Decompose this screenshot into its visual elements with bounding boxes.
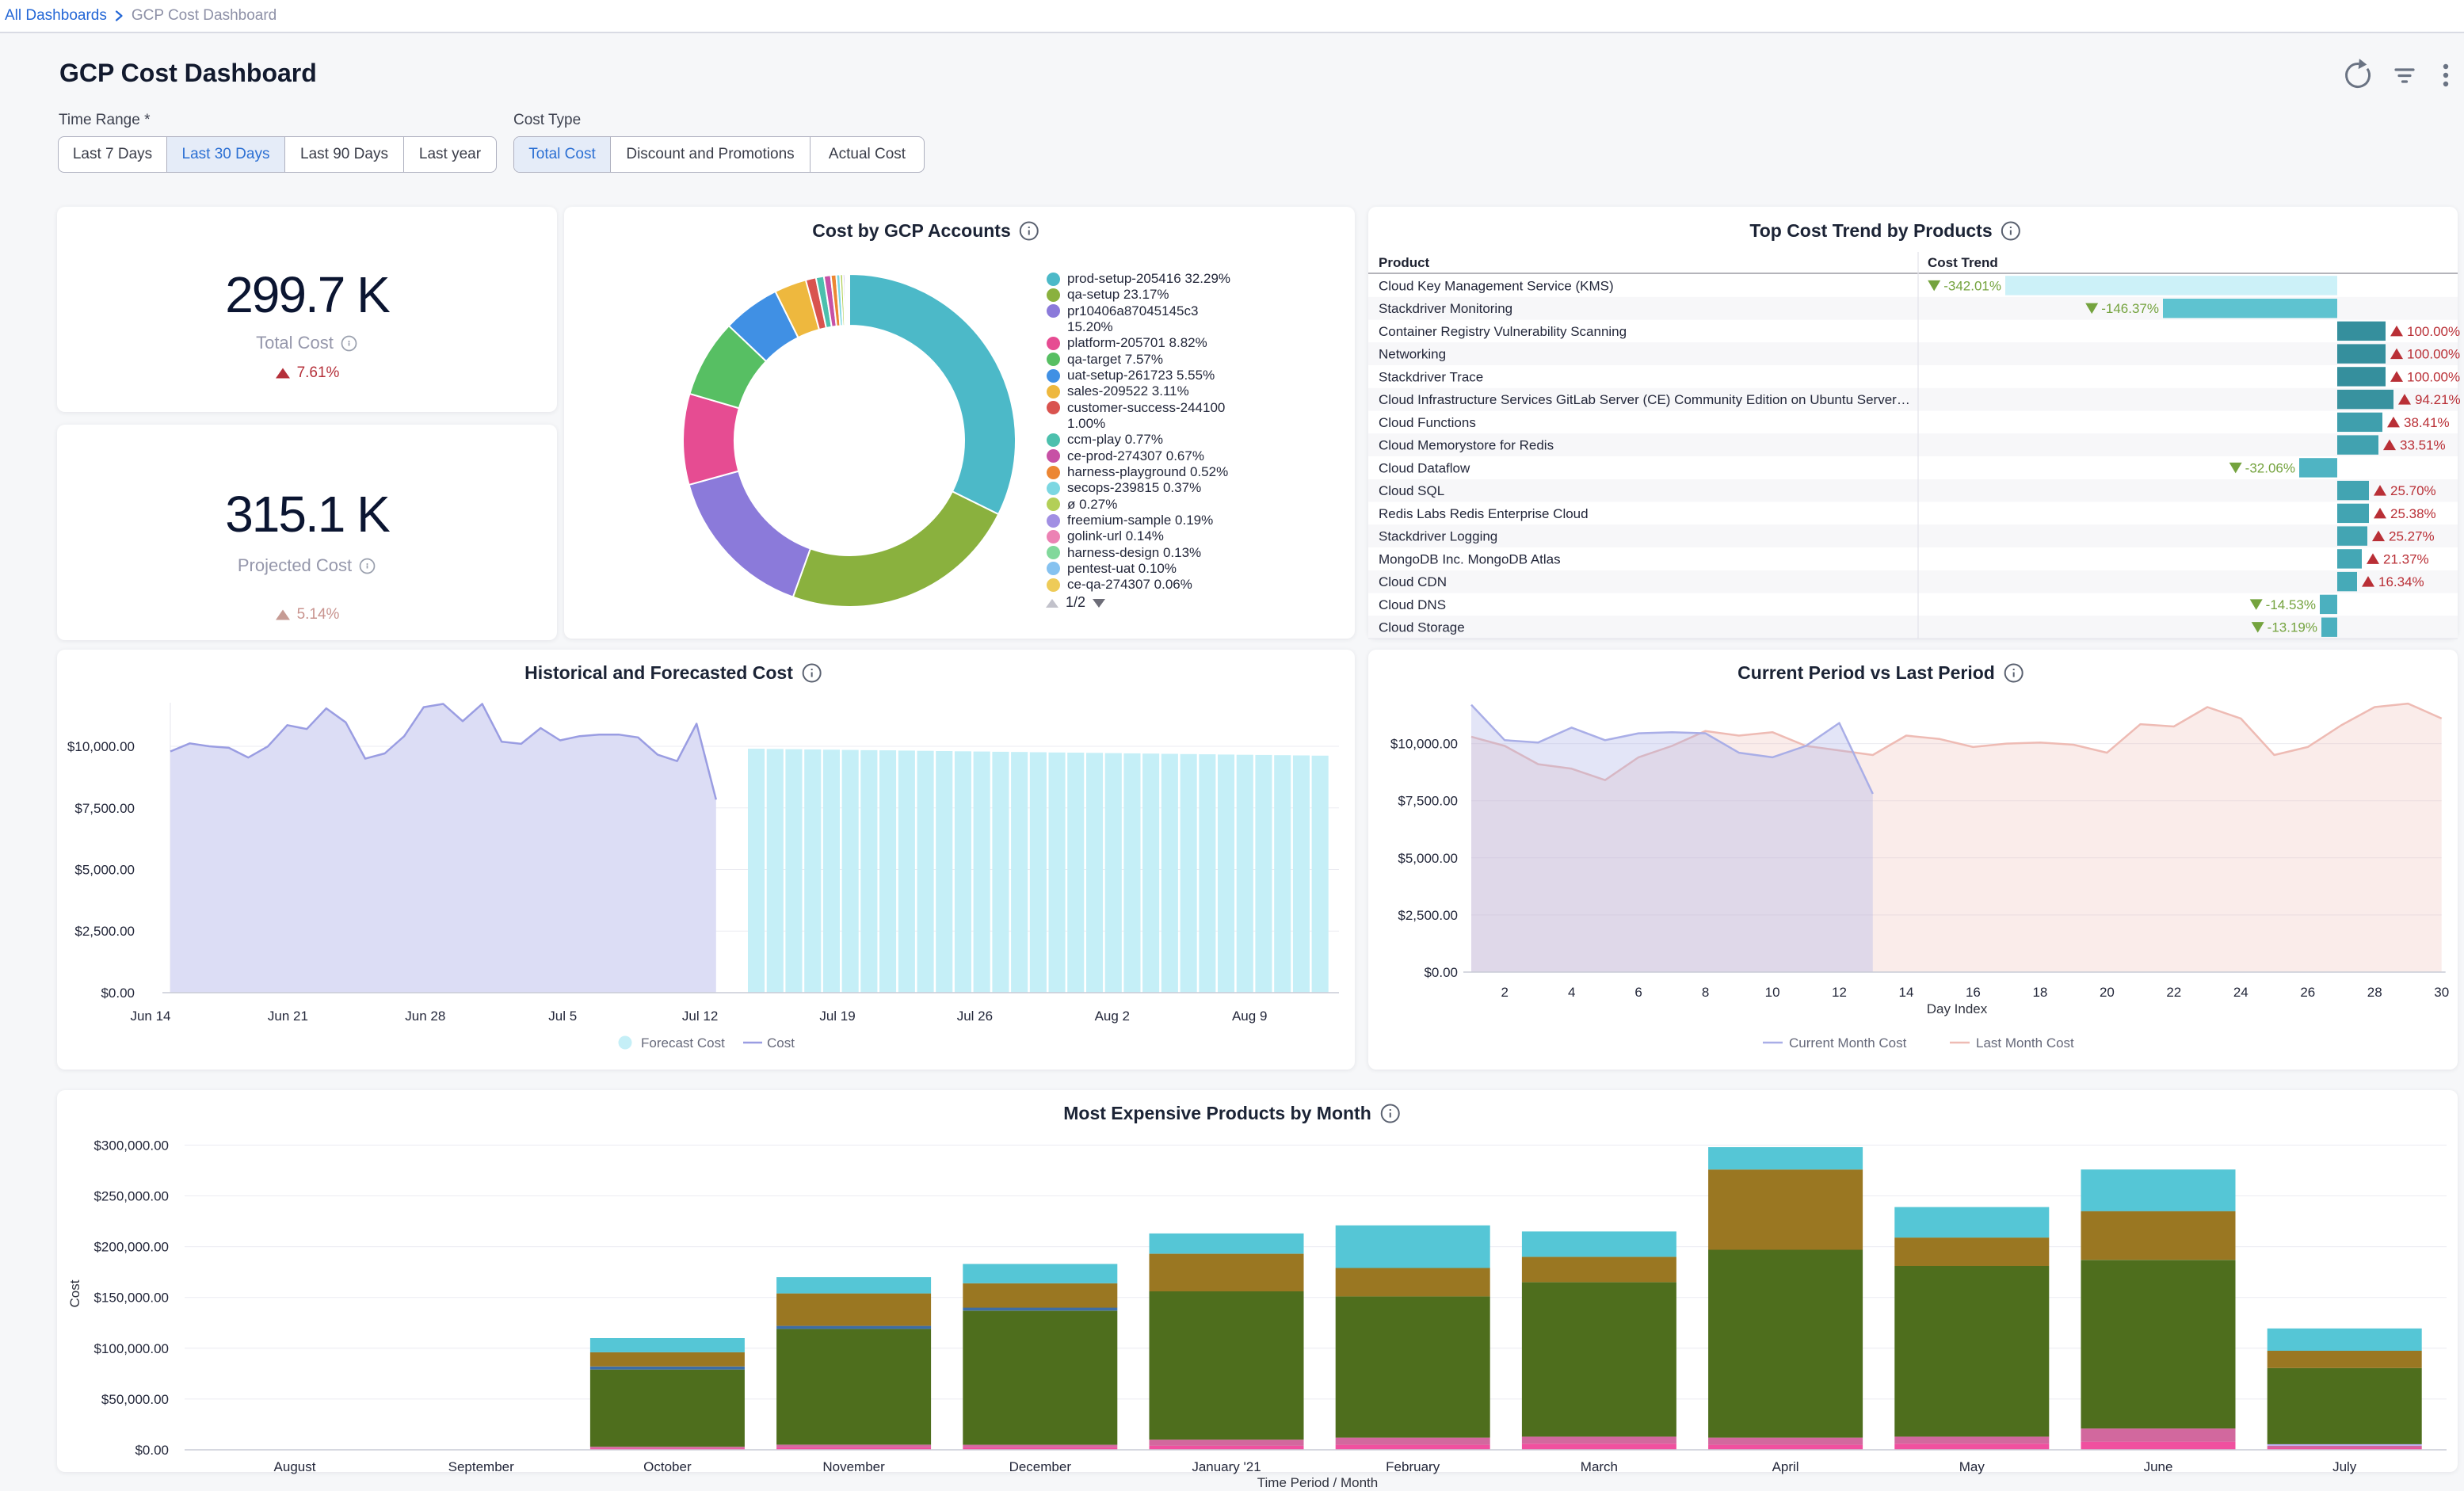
svg-text:Day Index: Day Index [1927, 1001, 1988, 1016]
svg-text:$0.00: $0.00 [101, 986, 135, 1001]
svg-text:$300,000.00: $300,000.00 [93, 1138, 169, 1153]
svg-text:-342.01%: -342.01% [1943, 278, 2001, 293]
svg-text:Cloud Infrastructure Services: Cloud Infrastructure Services GitLab Ser… [1379, 392, 1910, 407]
svg-text:100.00%: 100.00% [2407, 369, 2460, 384]
svg-text:8: 8 [1702, 985, 1709, 1000]
svg-text:June: June [2144, 1459, 2173, 1474]
svg-text:Jul 19: Jul 19 [819, 1009, 855, 1024]
svg-text:Jul 26: Jul 26 [957, 1009, 993, 1024]
svg-text:Cloud SQL: Cloud SQL [1379, 483, 1444, 498]
svg-text:December: December [1009, 1459, 1072, 1474]
svg-text:Jun 28: Jun 28 [405, 1009, 445, 1024]
svg-text:Cloud Memorystore for Redis: Cloud Memorystore for Redis [1379, 438, 1554, 453]
svg-text:Cost: Cost [67, 1279, 82, 1307]
svg-text:18: 18 [2032, 985, 2047, 1000]
svg-text:100.00%: 100.00% [2407, 324, 2460, 339]
svg-text:Forecast Cost: Forecast Cost [641, 1035, 725, 1051]
svg-text:$10,000.00: $10,000.00 [1390, 737, 1458, 752]
svg-text:25.27%: 25.27% [2389, 529, 2435, 544]
svg-text:25.38%: 25.38% [2390, 506, 2436, 521]
svg-text:30: 30 [2434, 985, 2449, 1000]
svg-text:Redis Labs Redis Enterprise Cl: Redis Labs Redis Enterprise Cloud [1379, 506, 1589, 521]
svg-text:April: April [1772, 1459, 1799, 1474]
svg-text:26: 26 [2300, 985, 2315, 1000]
svg-text:Jun 14: Jun 14 [130, 1009, 170, 1024]
svg-text:6: 6 [1634, 985, 1642, 1000]
svg-text:20: 20 [2100, 985, 2115, 1000]
svg-text:Aug 9: Aug 9 [1232, 1009, 1267, 1024]
svg-text:-14.53%: -14.53% [2266, 597, 2316, 612]
svg-text:Stackdriver Trace: Stackdriver Trace [1379, 369, 1483, 384]
svg-text:94.21%: 94.21% [2415, 392, 2461, 407]
svg-text:$2,500.00: $2,500.00 [74, 924, 135, 939]
svg-text:Jul 12: Jul 12 [682, 1009, 718, 1024]
svg-text:$100,000.00: $100,000.00 [93, 1341, 169, 1356]
svg-text:Last Month Cost: Last Month Cost [1976, 1035, 2074, 1051]
svg-text:September: September [448, 1459, 514, 1474]
svg-text:January '21: January '21 [1192, 1459, 1261, 1474]
svg-text:Networking: Networking [1379, 347, 1446, 362]
svg-text:$0.00: $0.00 [135, 1443, 169, 1458]
svg-text:$7,500.00: $7,500.00 [1398, 794, 1458, 809]
svg-text:12: 12 [1832, 985, 1847, 1000]
svg-text:$5,000.00: $5,000.00 [74, 863, 135, 878]
svg-text:May: May [1959, 1459, 1985, 1474]
svg-text:August: August [274, 1459, 316, 1474]
svg-text:25.70%: 25.70% [2390, 483, 2436, 498]
svg-text:Jun 21: Jun 21 [268, 1009, 308, 1024]
svg-text:100.00%: 100.00% [2407, 347, 2460, 362]
svg-text:$5,000.00: $5,000.00 [1398, 851, 1458, 866]
svg-text:Container Registry Vulnerabili: Container Registry Vulnerability Scannin… [1379, 324, 1627, 339]
svg-text:$7,500.00: $7,500.00 [74, 801, 135, 816]
svg-text:28: 28 [2367, 985, 2382, 1000]
svg-text:14: 14 [1899, 985, 1914, 1000]
svg-text:July: July [2332, 1459, 2357, 1474]
svg-text:-13.19%: -13.19% [2268, 620, 2317, 635]
svg-text:Stackdriver Logging: Stackdriver Logging [1379, 529, 1497, 544]
svg-text:24: 24 [2233, 985, 2248, 1000]
svg-text:4: 4 [1568, 985, 1575, 1000]
svg-text:Stackdriver Monitoring: Stackdriver Monitoring [1379, 301, 1512, 316]
svg-text:2: 2 [1501, 985, 1508, 1000]
svg-text:-32.06%: -32.06% [2245, 460, 2295, 475]
svg-text:Aug 2: Aug 2 [1095, 1009, 1130, 1024]
svg-text:$250,000.00: $250,000.00 [93, 1189, 169, 1204]
svg-text:$150,000.00: $150,000.00 [93, 1291, 169, 1306]
svg-text:21.37%: 21.37% [2383, 551, 2429, 566]
svg-text:February: February [1386, 1459, 1440, 1474]
svg-text:$2,500.00: $2,500.00 [1398, 908, 1458, 923]
svg-text:Jul 5: Jul 5 [548, 1009, 577, 1024]
svg-text:10: 10 [1765, 985, 1780, 1000]
svg-text:MongoDB Inc. MongoDB Atlas: MongoDB Inc. MongoDB Atlas [1379, 551, 1561, 566]
svg-text:33.51%: 33.51% [2400, 438, 2446, 453]
svg-text:November: November [822, 1459, 885, 1474]
svg-text:38.41%: 38.41% [2404, 415, 2450, 430]
svg-text:$0.00: $0.00 [1424, 965, 1458, 980]
svg-text:-146.37%: -146.37% [2101, 301, 2159, 316]
svg-text:Cost Trend: Cost Trend [1928, 255, 1998, 270]
svg-text:$50,000.00: $50,000.00 [101, 1392, 169, 1407]
svg-text:Cloud Functions: Cloud Functions [1379, 415, 1476, 430]
svg-text:Cloud CDN: Cloud CDN [1379, 574, 1447, 589]
svg-text:October: October [643, 1459, 692, 1474]
svg-text:22: 22 [2166, 985, 2181, 1000]
svg-text:16.34%: 16.34% [2378, 574, 2424, 589]
svg-text:Cloud Dataflow: Cloud Dataflow [1379, 460, 1470, 475]
svg-text:Cloud Storage: Cloud Storage [1379, 620, 1465, 635]
svg-text:Cloud DNS: Cloud DNS [1379, 597, 1446, 612]
svg-text:Cost: Cost [767, 1035, 795, 1051]
svg-text:Cloud Key Management Service (: Cloud Key Management Service (KMS) [1379, 278, 1614, 293]
svg-text:16: 16 [1966, 985, 1981, 1000]
svg-text:March: March [1581, 1459, 1618, 1474]
svg-text:$10,000.00: $10,000.00 [67, 739, 135, 754]
svg-text:Product: Product [1379, 255, 1430, 270]
svg-text:Current Month Cost: Current Month Cost [1789, 1035, 1907, 1051]
svg-text:$200,000.00: $200,000.00 [93, 1240, 169, 1255]
